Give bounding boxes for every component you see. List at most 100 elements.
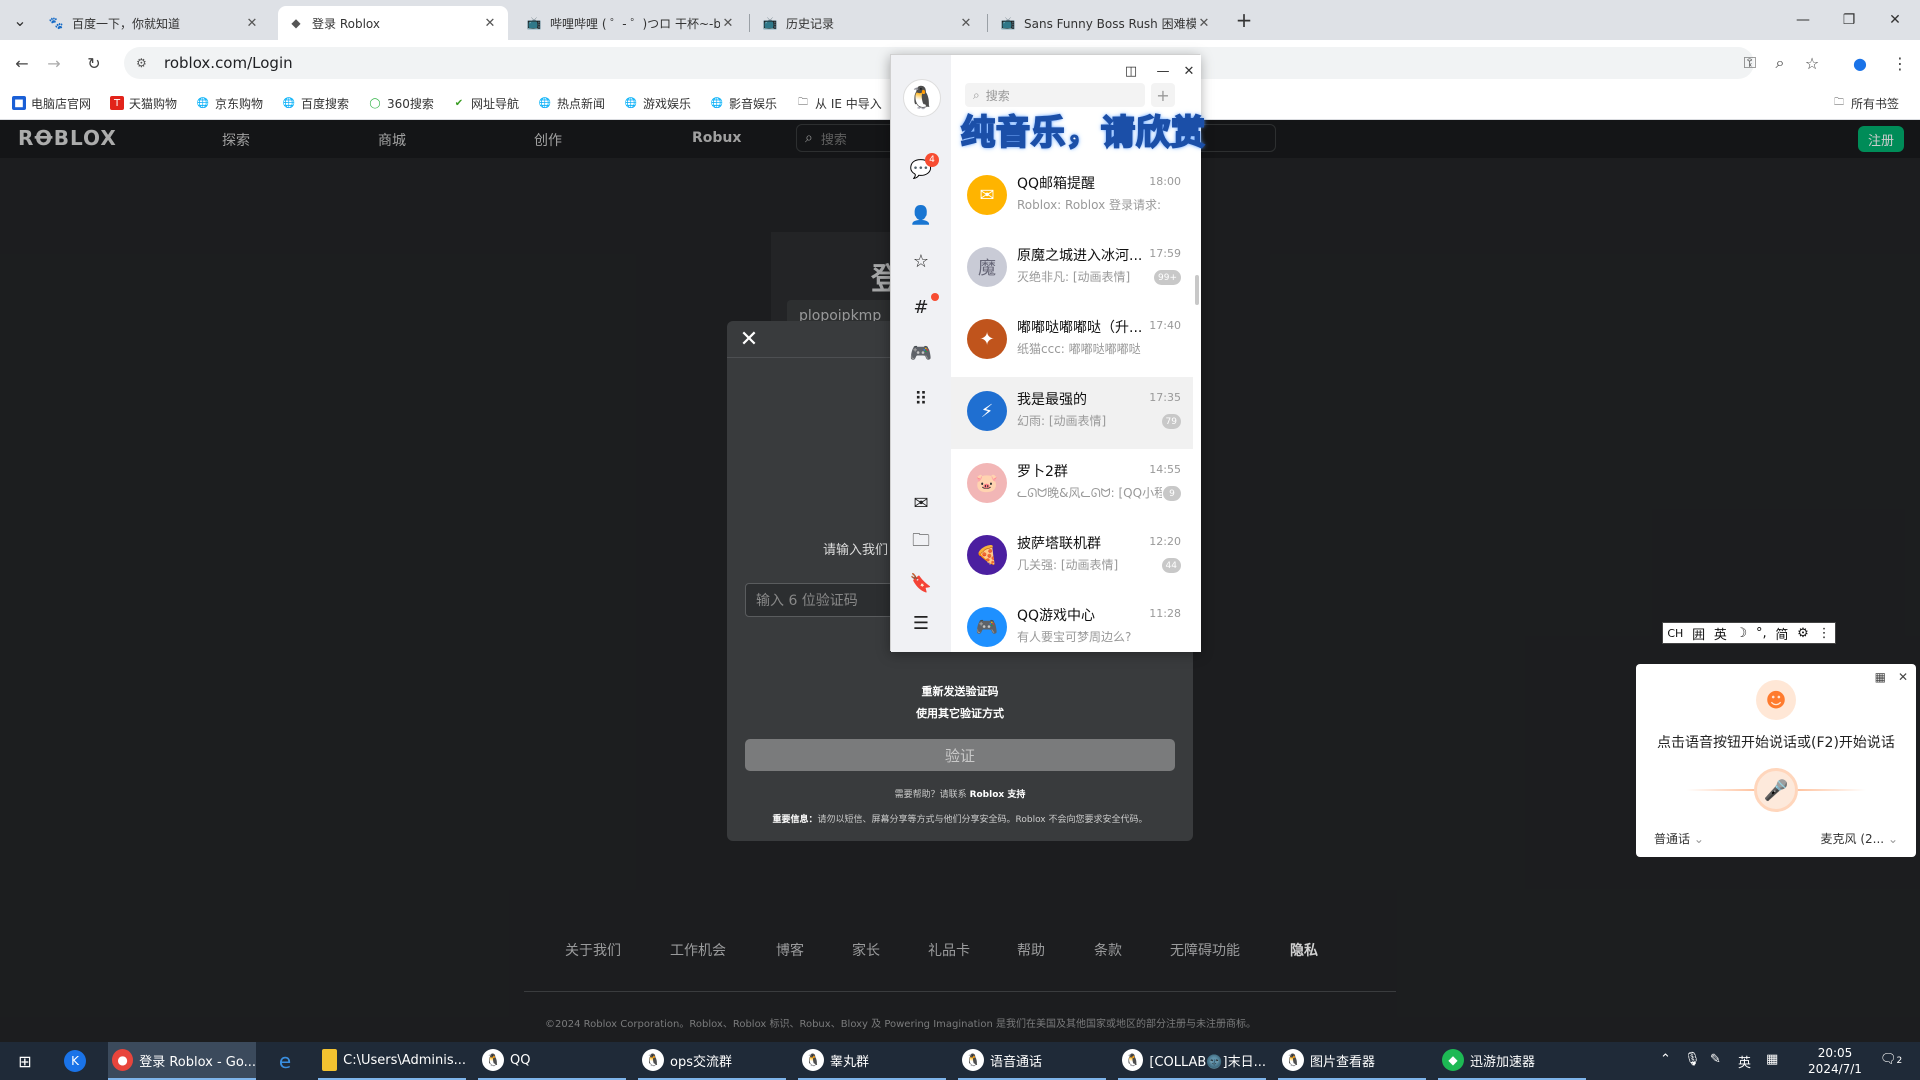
taskbar-accelerator[interactable]: ◆ 迅游加速器 [1438, 1042, 1586, 1080]
tray-pen-icon[interactable]: ✎ [1710, 1052, 1721, 1067]
roblox-support-link[interactable]: Roblox 支持 [970, 790, 1026, 800]
taskbar-explorer[interactable]: C:\Users\Adminis... [318, 1042, 466, 1080]
footer-blog[interactable]: 博客 [776, 940, 804, 960]
channel-hash-icon[interactable]: # [909, 295, 933, 319]
minimize-icon[interactable]: — [1153, 61, 1173, 81]
taskbar-ops-group[interactable]: 🐧 ops交流群 [638, 1042, 786, 1080]
list-item[interactable]: 🎮 QQ游戏中心 11:28 有人要宝可梦周边么? [951, 593, 1193, 665]
taskbar-image-viewer[interactable]: 🐧 图片查看器 [1278, 1042, 1426, 1080]
close-window-icon[interactable]: ✕ [1872, 0, 1918, 40]
resend-code-link[interactable]: 重新发送验证码 [727, 683, 1193, 699]
menu-icon[interactable]: ☰ [909, 611, 933, 635]
other-method-link[interactable]: 使用其它验证方式 [727, 705, 1193, 721]
bookmark-folder[interactable]: 🗀 从 IE 中导入 [796, 94, 882, 112]
footer-parents[interactable]: 家长 [852, 940, 880, 960]
footer-accessibility[interactable]: 无障碍功能 [1170, 940, 1240, 960]
notification-icon[interactable]: 🗨2 [1880, 1052, 1902, 1067]
taskbar-group[interactable]: 🐧 睾丸群 [798, 1042, 946, 1080]
ime-ch[interactable]: CH [1667, 627, 1683, 640]
folder-icon[interactable]: 🗀 [909, 530, 933, 555]
qq-user-avatar[interactable]: 🐧 [903, 79, 941, 117]
close-icon[interactable]: ✕ [958, 15, 974, 31]
close-icon[interactable]: ✕ [482, 15, 498, 31]
tab-roblox-login[interactable]: ◆ 登录 Roblox ✕ [278, 6, 508, 40]
favorites-icon[interactable]: 🔖 [909, 571, 933, 595]
list-item[interactable]: 魔 原魔之城进入冰河... 17:59 灭绝非凡: [动画表情] 99+ [951, 233, 1193, 305]
more-icon[interactable]: ⋮ [1818, 626, 1831, 641]
bookmark-item[interactable]: 🌐 热点新闻 [538, 94, 605, 112]
close-icon[interactable]: ✕ [244, 15, 260, 31]
punctuation-icon[interactable]: °, [1756, 626, 1767, 641]
reload-icon[interactable]: ↻ [80, 49, 108, 77]
close-icon[interactable]: ✕ [720, 15, 736, 31]
footer-terms[interactable]: 条款 [1094, 940, 1122, 960]
taskbar-clock[interactable]: 20:05 2024/7/1 [1800, 1045, 1870, 1077]
bookmark-star-icon[interactable]: ☆ [1798, 49, 1826, 77]
new-tab-plus-icon[interactable]: + [1230, 6, 1258, 34]
bookmark-item[interactable]: 🌐 京东购物 [196, 94, 263, 112]
tray-grid-icon[interactable]: ▦ [1766, 1052, 1778, 1067]
taskbar-collab[interactable]: 🐧 [COLLAB🌚]末日... [1118, 1042, 1266, 1080]
menu-dots-icon[interactable]: ⋮ [1886, 49, 1914, 77]
tab-search-chevron-icon[interactable]: ⌄ [6, 6, 34, 34]
list-item[interactable]: 🐷 罗卜2群 14:55 ᓚᘏᗢ晚&风ᓚᘏᗢ: [QQ小程... 9 [951, 449, 1193, 521]
sidebar-toggle-icon[interactable]: ◫ [1121, 61, 1141, 81]
microphone-icon[interactable]: 🎤 [1754, 768, 1798, 812]
apps-grid-icon[interactable]: ⠿ [909, 387, 933, 411]
bookmark-item[interactable]: ■ 电脑店官网 [12, 94, 91, 112]
forward-arrow-icon[interactable]: → [40, 49, 68, 77]
tray-microphone-icon[interactable]: 🎙 [1684, 1052, 1701, 1067]
windows-start-icon[interactable]: ⊞ [10, 1042, 40, 1080]
bookmark-item[interactable]: 🌐 游戏娱乐 [624, 94, 691, 112]
list-item[interactable]: ✦ 嘟嘟哒嘟嘟哒（升... 17:40 纸猫ccc: 嘟嘟哒嘟嘟哒 [951, 305, 1193, 377]
list-item[interactable]: 🍕 披萨塔联机群 12:20 几关强: [动画表情] 44 [951, 521, 1193, 593]
tab-baidu[interactable]: 🐾 百度一下，你就知道 ✕ [38, 6, 270, 40]
bookmark-item[interactable]: 🌐 影音娱乐 [710, 94, 777, 112]
footer-gift-cards[interactable]: 礼品卡 [928, 940, 970, 960]
minimize-icon[interactable]: — [1780, 0, 1826, 40]
microphone-select[interactable]: 麦克风 (2... ⌄ [1821, 830, 1898, 847]
qq-search-input[interactable]: ⌕ 搜索 [965, 83, 1145, 107]
taskbar-voice-call[interactable]: 🐧 语音通话 [958, 1042, 1106, 1080]
ime-grid-icon[interactable]: 囲 [1692, 624, 1705, 643]
footer-privacy[interactable]: 隐私 [1290, 940, 1318, 960]
footer-help[interactable]: 帮助 [1017, 940, 1045, 960]
moon-icon[interactable]: ☽ [1736, 626, 1748, 641]
ime-simplified[interactable]: 简 [1775, 624, 1788, 643]
list-item[interactable]: ⚡ 我是最强的 17:35 幻雨: [动画表情] 79 [951, 377, 1193, 449]
bookmark-item[interactable]: ✔ 网址导航 [452, 94, 519, 112]
close-icon[interactable]: ✕ [1898, 670, 1908, 684]
gear-icon[interactable]: ⚙ [1797, 626, 1809, 641]
footer-jobs[interactable]: 工作机会 [670, 940, 726, 960]
tab-bilibili[interactable]: 📺 哔哩哔哩 ( ゜- ゜)つロ 干杯~-bili ✕ [516, 6, 746, 40]
all-bookmarks[interactable]: 🗀 所有书签 [1832, 94, 1899, 112]
k-app-icon[interactable]: K [60, 1042, 90, 1080]
ime-english[interactable]: 英 [1714, 624, 1727, 643]
bookmark-item[interactable]: T 天猫购物 [110, 94, 177, 112]
language-select[interactable]: 普通话 ⌄ [1654, 830, 1704, 847]
scrollbar[interactable] [1195, 275, 1199, 305]
password-key-icon[interactable]: ⚿ [1736, 49, 1764, 77]
verify-button[interactable]: 验证 [745, 739, 1175, 771]
ie-icon[interactable]: e [270, 1042, 300, 1080]
taskbar-chrome[interactable]: ● 登录 Roblox - Go... [108, 1042, 256, 1080]
tab-sans-boss-rush[interactable]: 📺 Sans Funny Boss Rush 困难模式 ✕ [990, 6, 1222, 40]
footer-about[interactable]: 关于我们 [565, 940, 621, 960]
close-icon[interactable]: ✕ [1196, 15, 1212, 31]
tray-chevron-up-icon[interactable]: ⌃ [1660, 1052, 1671, 1067]
game-icon[interactable]: 🎮 [909, 341, 933, 365]
mail-icon[interactable]: ✉ [909, 491, 933, 515]
restore-icon[interactable]: ❐ [1826, 0, 1872, 40]
tab-history[interactable]: 📺 历史记录 ✕ [752, 6, 984, 40]
add-plus-icon[interactable]: + [1151, 83, 1175, 107]
close-icon[interactable]: ✕ [735, 325, 763, 353]
star-icon[interactable]: ☆ [909, 249, 933, 273]
taskbar-qq[interactable]: 🐧 QQ [478, 1042, 626, 1080]
site-info-icon[interactable]: ⚙ [136, 56, 152, 70]
profile-avatar-icon[interactable]: ● [1846, 49, 1874, 77]
tray-ime[interactable]: 英 [1738, 1052, 1751, 1071]
pin-icon[interactable]: ▦ [1875, 670, 1886, 684]
zoom-icon[interactable]: ⌕ [1766, 49, 1794, 77]
bookmark-item[interactable]: ◯ 360搜索 [368, 94, 434, 112]
contacts-icon[interactable]: 👤 [909, 203, 933, 227]
